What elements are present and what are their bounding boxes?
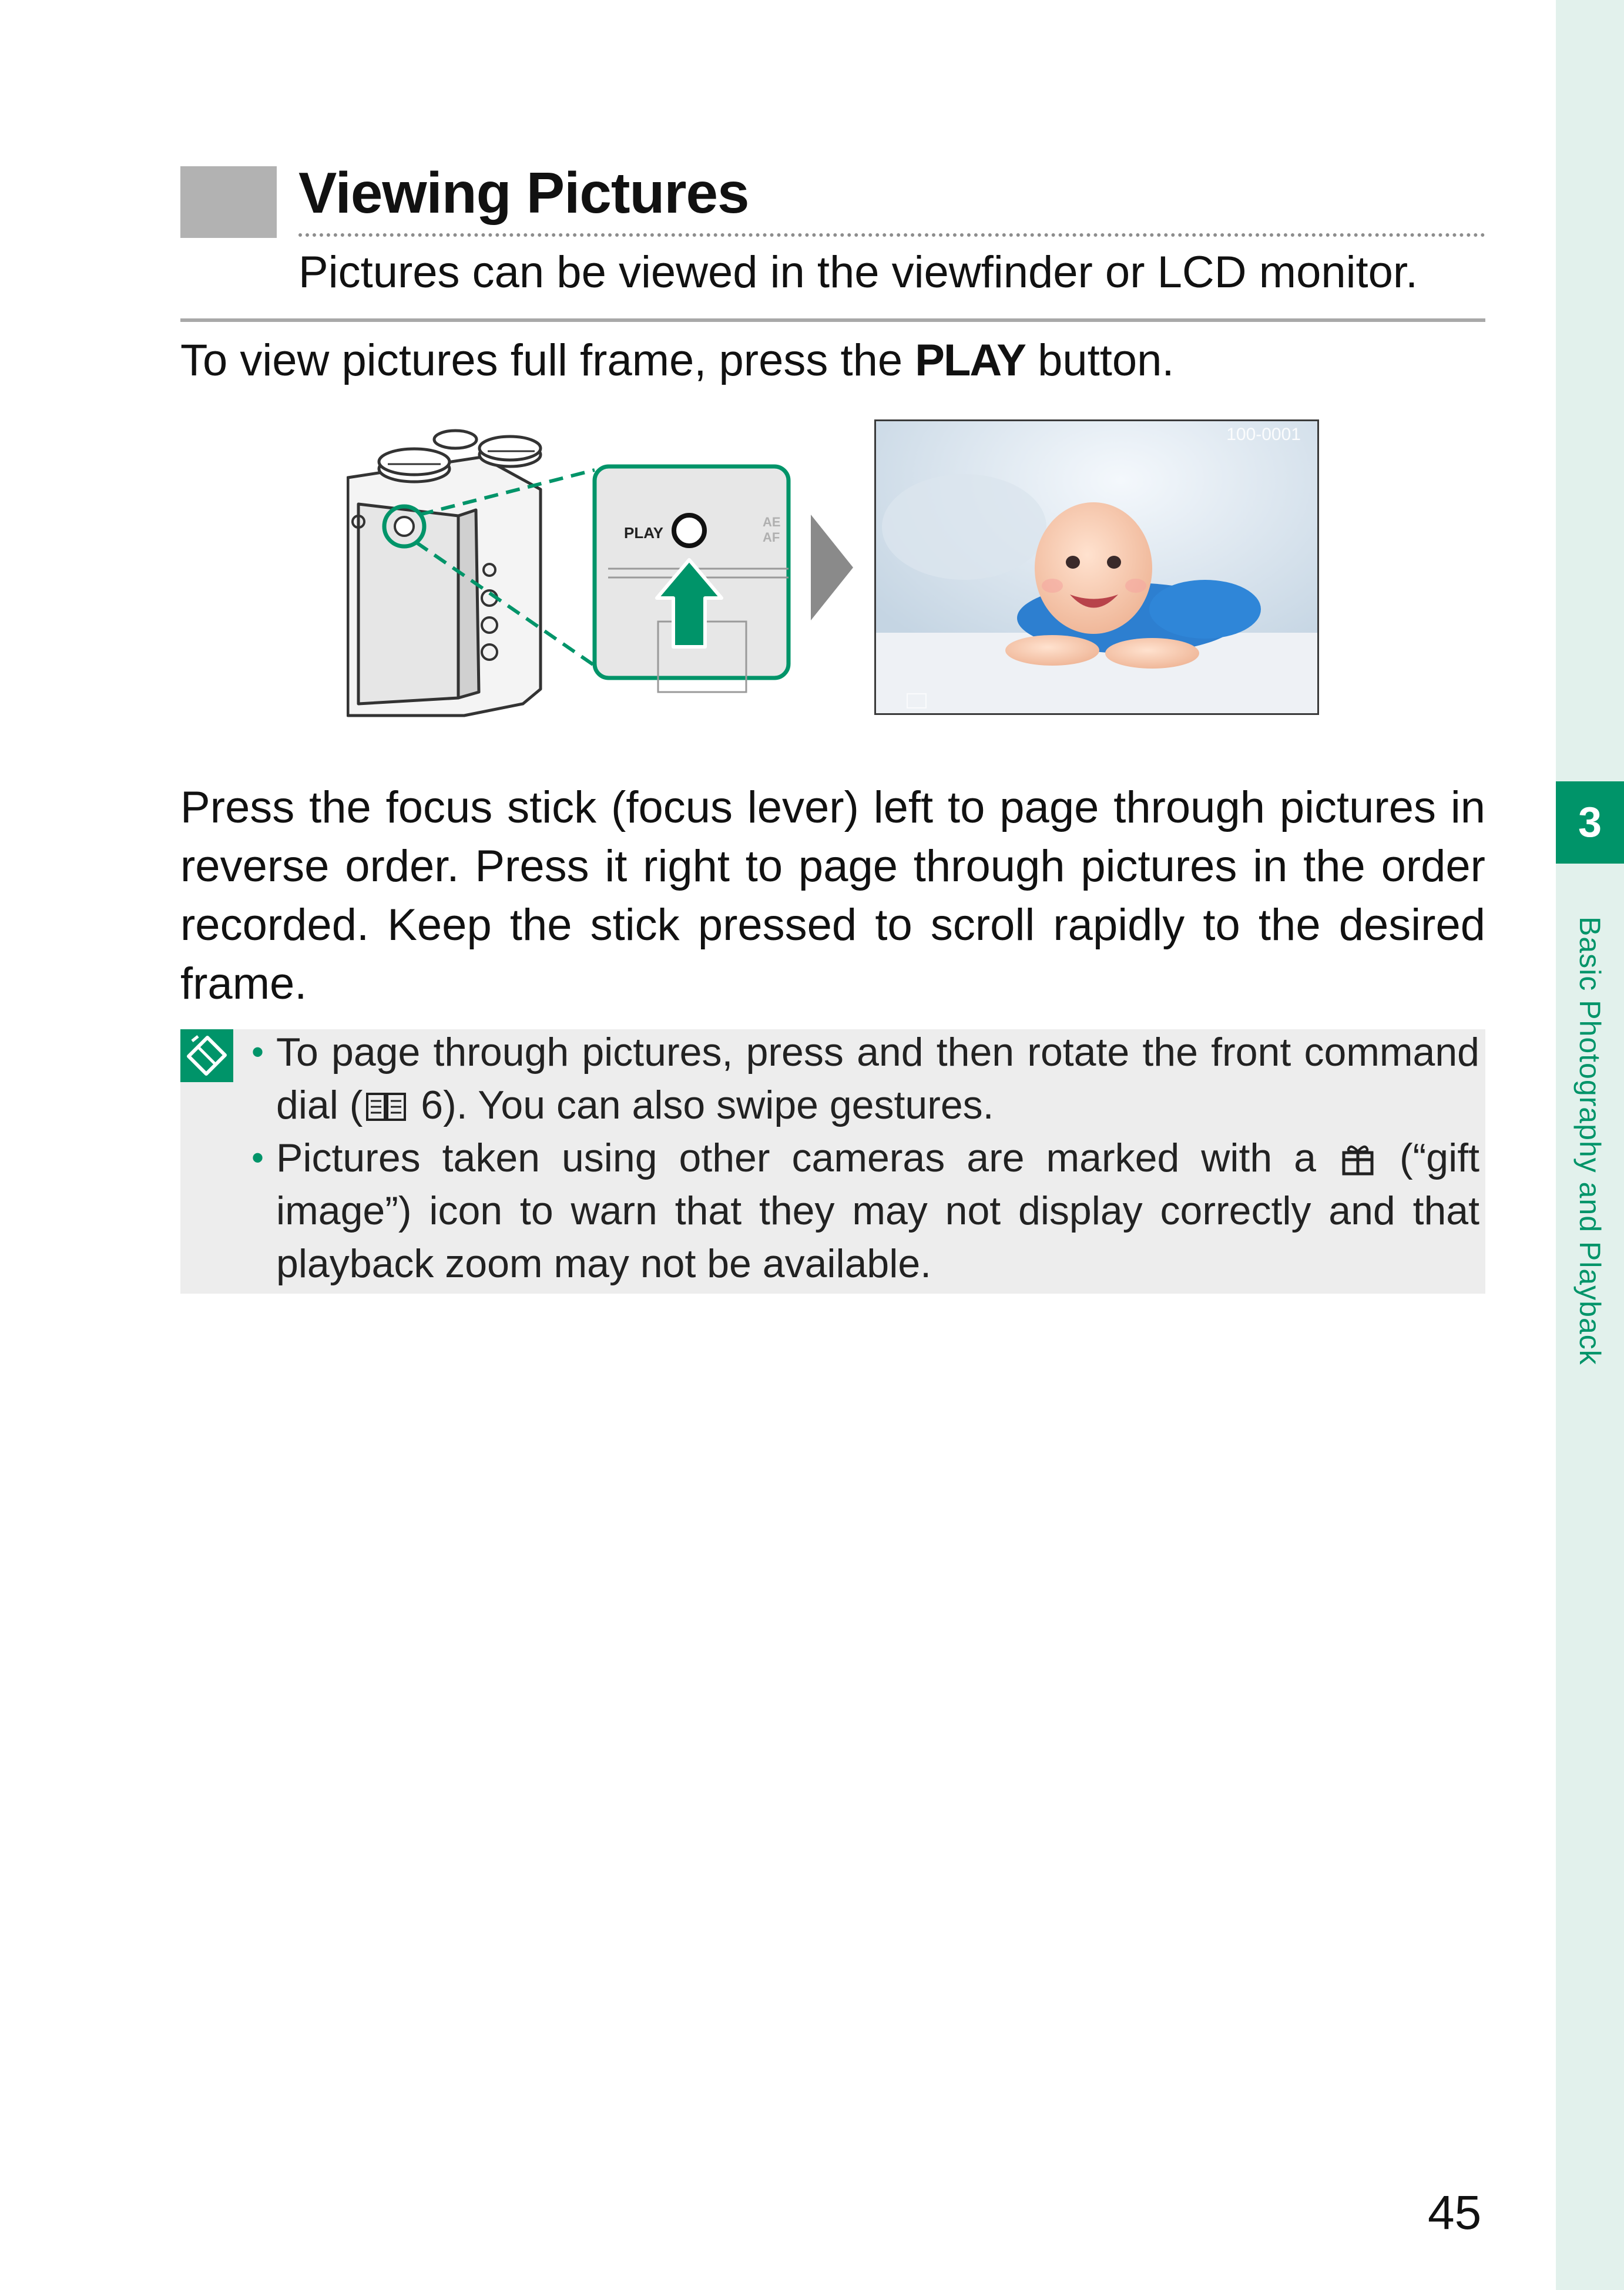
- note-1-after: 6). You can also swipe gestures.: [410, 1083, 994, 1127]
- frame-number: 100-0001: [1226, 425, 1301, 444]
- page-subtitle: Pictures can be viewed in the viewfinder…: [298, 247, 1418, 297]
- page-number: 45: [1428, 2186, 1482, 2239]
- baby-photo: [876, 421, 1317, 713]
- zoom-ae-label: AE: [763, 515, 781, 529]
- focus-stick-paragraph: Press the focus stick (focus lever) left…: [180, 783, 1485, 1009]
- note-item-1: • To page through pictures, press and th…: [246, 1026, 1479, 1131]
- intro-suffix: button.: [1025, 335, 1175, 385]
- chapter-number: 3: [1578, 799, 1602, 846]
- camera-illustration: PLAY AE AF: [347, 429, 791, 717]
- note-item-2: • Pictures taken using other cameras are…: [246, 1131, 1479, 1290]
- intro-sentence: To view pictures full frame, press the P…: [180, 331, 1485, 390]
- zoom-af-label: AF: [763, 530, 780, 545]
- bullet-icon: •: [251, 1138, 264, 1177]
- chapter-title: Basic Photography and Playback: [1573, 916, 1606, 1365]
- title-dotted-rule: [298, 233, 1485, 237]
- note-2-before: Pictures taken using other cameras are m…: [276, 1136, 1338, 1180]
- baby-photo-preview: 100-0001: [874, 419, 1319, 715]
- play-button-name: PLAY: [915, 335, 1026, 385]
- camera-body: [347, 455, 542, 717]
- note-pencil-icon: [180, 1029, 233, 1082]
- playback-indicator-icon: [907, 693, 927, 709]
- section-divider: [180, 318, 1485, 322]
- gift-image-icon: [1342, 1145, 1374, 1176]
- book-reference-icon: [366, 1093, 407, 1121]
- bullet-icon: •: [251, 1032, 264, 1072]
- intro-prefix: To view pictures full frame, press the: [180, 335, 915, 385]
- play-button-zoom-panel: PLAY AE AF: [592, 464, 791, 693]
- play-button-icon: [672, 513, 707, 548]
- zoom-play-label: PLAY: [624, 524, 663, 542]
- heading-marker: [180, 166, 277, 238]
- right-triangle-arrow-icon: [811, 515, 853, 620]
- page-title: Viewing Pictures: [298, 160, 749, 225]
- chapter-number-tab: 3: [1556, 781, 1624, 864]
- note-list: • To page through pictures, press and th…: [246, 1026, 1479, 1290]
